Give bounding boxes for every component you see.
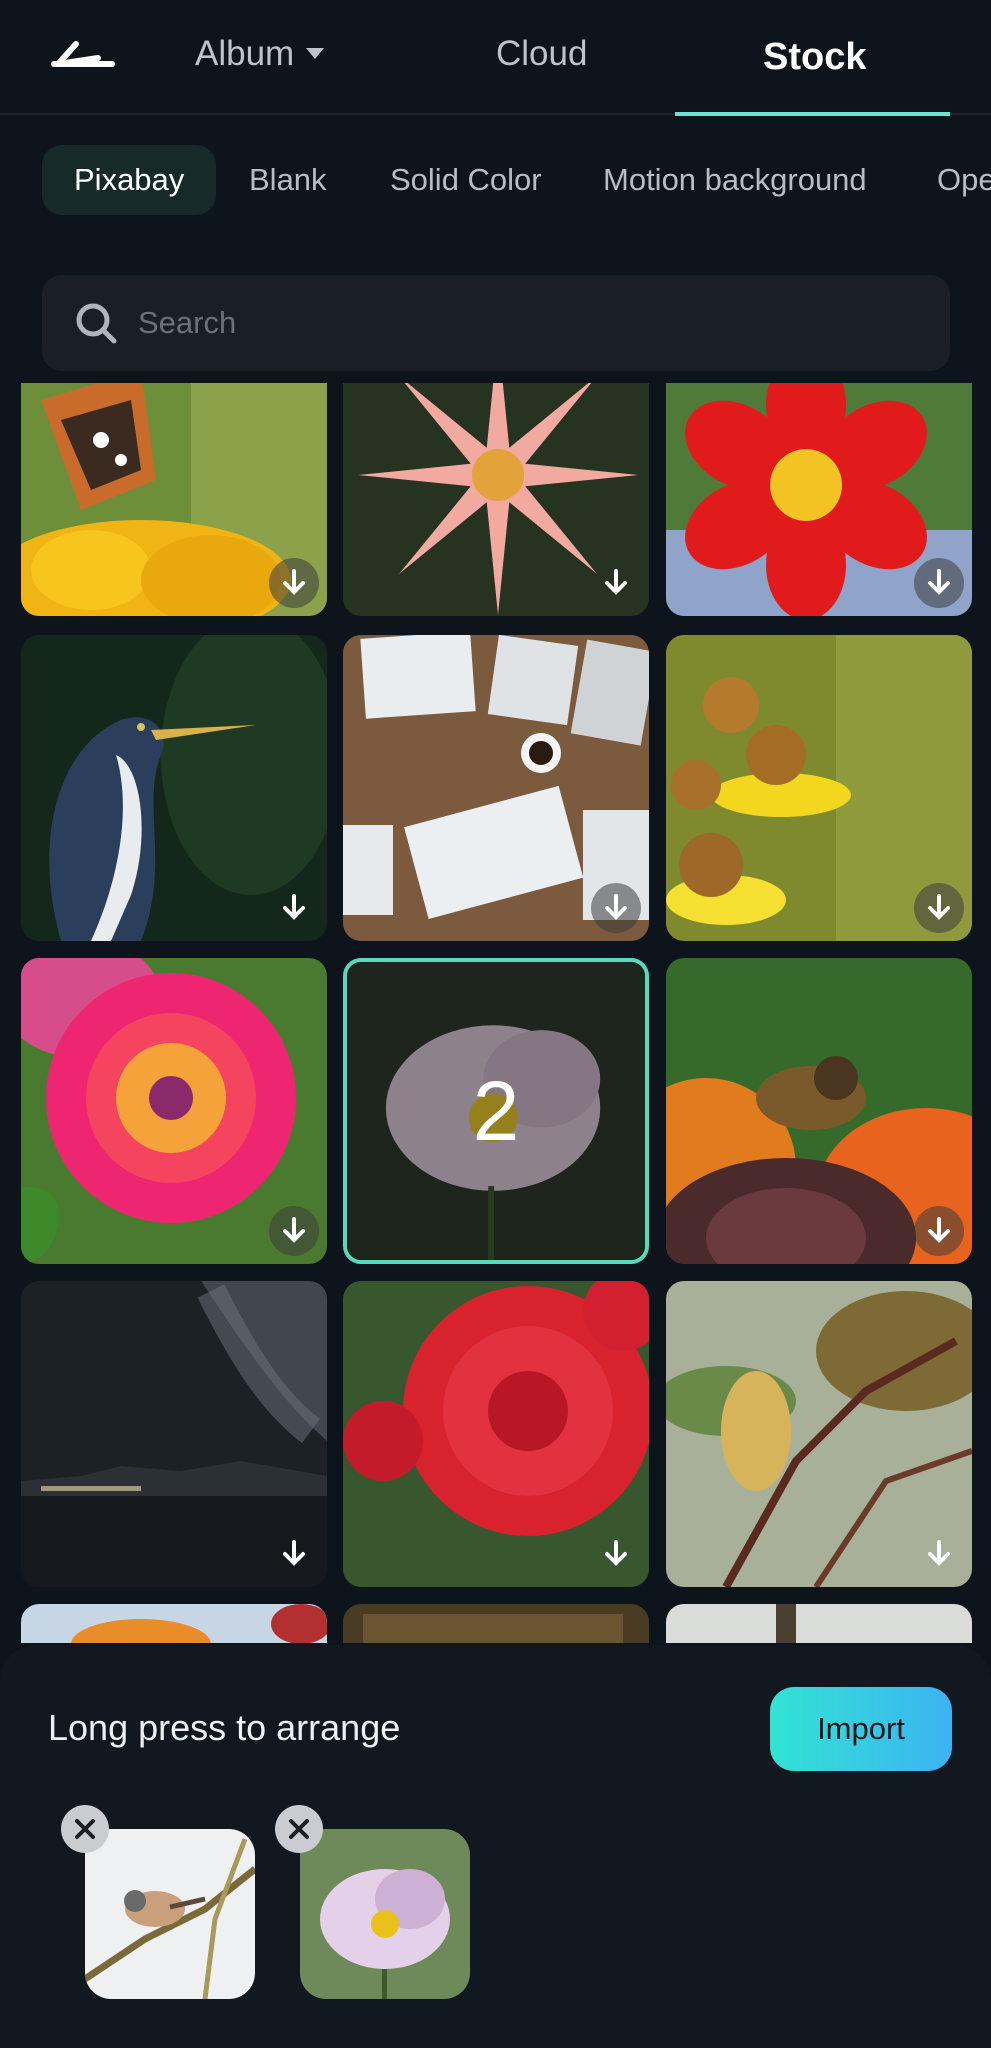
media-tile-partial-2[interactable]: [343, 1604, 649, 1643]
media-tile-red-dahlia[interactable]: [666, 383, 972, 616]
partial-photo-1: [21, 1604, 327, 1643]
import-button[interactable]: Import: [770, 1687, 952, 1771]
chevron-down-icon: [306, 48, 325, 59]
download-arrow-icon: [605, 894, 627, 920]
media-tile-heron[interactable]: [21, 635, 327, 941]
top-bar: Album Cloud Stock: [0, 0, 991, 116]
selection-sheet: Long press to arrange Import: [0, 1645, 991, 2048]
download-button[interactable]: [269, 1206, 319, 1256]
media-tile-helenium[interactable]: [666, 635, 972, 941]
chip-more[interactable]: Ope: [937, 145, 991, 215]
chip-blank[interactable]: Blank: [249, 145, 327, 215]
download-button[interactable]: [591, 1529, 641, 1579]
tab-album[interactable]: Album: [195, 34, 326, 74]
media-tile-desk[interactable]: [343, 635, 649, 941]
download-button[interactable]: [269, 558, 319, 608]
download-button[interactable]: [591, 883, 641, 933]
tab-active-indicator: [675, 112, 950, 116]
partial-photo-2: [343, 1604, 649, 1643]
selected-thumb-2[interactable]: [300, 1829, 470, 1999]
media-tile-red-dahlia-2[interactable]: [343, 1281, 649, 1587]
close-icon: [75, 1819, 95, 1839]
download-arrow-icon: [283, 1217, 305, 1243]
media-tile-magnolia-bud[interactable]: [666, 1281, 972, 1587]
tab-cloud[interactable]: Cloud: [496, 34, 587, 74]
close-icon: [289, 1819, 309, 1839]
bird-on-branch-photo: [85, 1829, 255, 1999]
search-icon: [76, 303, 117, 344]
chip-motion-background[interactable]: Motion background: [603, 145, 867, 215]
download-button[interactable]: [269, 883, 319, 933]
arrange-hint: Long press to arrange: [48, 1707, 401, 1748]
download-arrow-icon: [283, 1540, 305, 1566]
media-tile-star-flower[interactable]: [343, 383, 649, 616]
download-button[interactable]: [914, 883, 964, 933]
chip-solid-color[interactable]: Solid Color: [390, 145, 542, 215]
selection-number: 2: [347, 962, 645, 1260]
search-bar[interactable]: [42, 275, 950, 371]
download-button[interactable]: [269, 1529, 319, 1579]
download-arrow-icon: [283, 569, 305, 595]
download-arrow-icon: [605, 1540, 627, 1566]
back-button[interactable]: [40, 30, 120, 90]
download-button[interactable]: [591, 558, 641, 608]
tab-stock[interactable]: Stock: [763, 36, 866, 79]
media-tile-night-sky[interactable]: [21, 1281, 327, 1587]
media-tile-bee[interactable]: [666, 958, 972, 1264]
download-arrow-icon: [283, 894, 305, 920]
download-button[interactable]: [914, 1206, 964, 1256]
media-tile-partial-3[interactable]: [666, 1604, 972, 1643]
media-tile-partial-1[interactable]: [21, 1604, 327, 1643]
download-arrow-icon: [928, 569, 950, 595]
remove-thumb-2-button[interactable]: [275, 1805, 323, 1853]
selected-thumb-1[interactable]: [85, 1829, 255, 1999]
category-chips: Pixabay Blank Solid Color Motion backgro…: [0, 145, 991, 215]
download-arrow-icon: [928, 1540, 950, 1566]
media-grid: 2: [0, 383, 991, 1643]
search-input[interactable]: [138, 275, 918, 371]
media-tile-cosmos-selected[interactable]: 2: [343, 958, 649, 1264]
back-arrow-icon: [51, 41, 115, 67]
tab-album-label: Album: [195, 34, 295, 73]
download-button[interactable]: [914, 558, 964, 608]
cosmos-thumb-photo: [300, 1829, 470, 1999]
download-button[interactable]: [914, 1529, 964, 1579]
partial-photo-3: [666, 1604, 972, 1643]
media-tile-butterfly[interactable]: [21, 383, 327, 616]
media-tile-pink-dahlia[interactable]: [21, 958, 327, 1264]
download-arrow-icon: [928, 894, 950, 920]
chip-pixabay[interactable]: Pixabay: [42, 145, 217, 215]
download-arrow-icon: [928, 1217, 950, 1243]
download-arrow-icon: [605, 569, 627, 595]
remove-thumb-1-button[interactable]: [61, 1805, 109, 1853]
